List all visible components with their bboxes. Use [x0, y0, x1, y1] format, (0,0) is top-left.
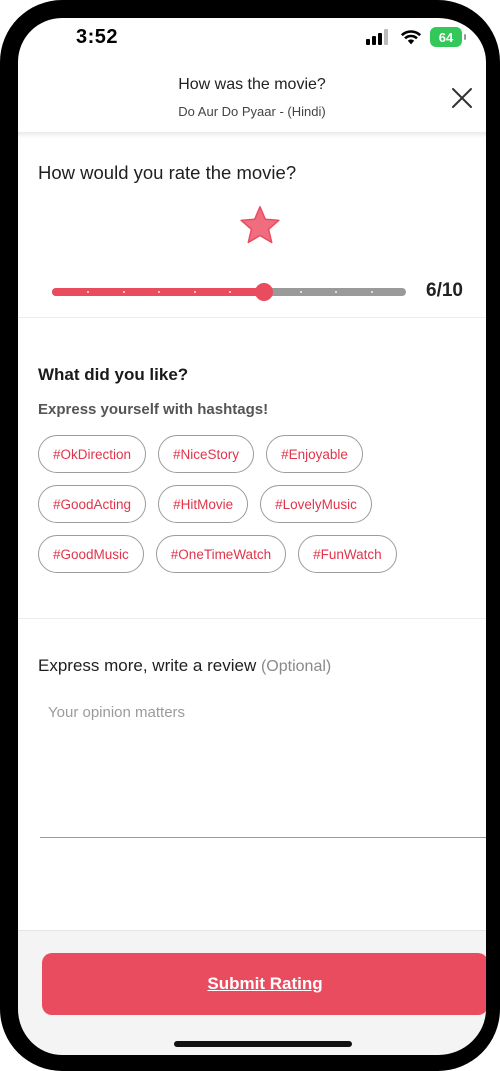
slider-tick: [87, 291, 89, 293]
hashtag-chip[interactable]: #HitMovie: [158, 485, 249, 523]
hashtag-chip[interactable]: #OkDirection: [38, 435, 147, 473]
review-title-text: Express more, write a review: [38, 656, 257, 675]
star-icon: [240, 206, 280, 244]
hashtag-row: #GoodMusic #OneTimeWatch #FunWatch: [38, 535, 468, 573]
slider-tick: [194, 291, 196, 293]
close-icon[interactable]: [450, 86, 474, 110]
slider-tick: [371, 291, 373, 293]
home-indicator[interactable]: [174, 1041, 352, 1047]
slider-tick: [335, 291, 337, 293]
footer: Submit Rating: [18, 930, 486, 1055]
hashtag-chip[interactable]: #Enjoyable: [266, 435, 363, 473]
status-time: 3:52: [76, 26, 119, 48]
rating-screen: 3:52 64 How was the movie? Do Aur Do Pya…: [18, 18, 486, 1055]
rating-slider[interactable]: [52, 283, 406, 301]
rating-section: How would you rate the movie? 6/10: [18, 138, 486, 318]
rating-value: 6/10: [426, 280, 463, 301]
hashtag-chip[interactable]: #OneTimeWatch: [155, 535, 287, 573]
signal-icon: [366, 29, 392, 45]
status-icons: 64: [366, 27, 466, 47]
likes-subtitle: Express yourself with hashtags!: [38, 401, 269, 418]
slider-tick: [158, 291, 160, 293]
hashtag-chip[interactable]: #GoodMusic: [38, 535, 144, 573]
slider-tick: [123, 291, 125, 293]
likes-title: What did you like?: [38, 365, 189, 384]
hashtag-list: #OkDirection #NiceStory #Enjoyable #Good…: [38, 435, 468, 585]
battery-icon: 64: [430, 27, 466, 47]
movie-name: Do Aur Do Pyaar - (Hindi): [178, 104, 326, 119]
wifi-icon: [400, 30, 422, 45]
hashtag-chip[interactable]: #LovelyMusic: [260, 485, 372, 523]
likes-section: What did you like? Express yourself with…: [18, 319, 486, 619]
battery-level: 64: [438, 29, 454, 45]
review-optional-label: (Optional): [260, 658, 332, 675]
header: How was the movie? Do Aur Do Pyaar - (Hi…: [18, 72, 486, 132]
status-bar: 3:52 64: [18, 18, 486, 58]
submit-rating-button[interactable]: Submit Rating: [42, 953, 486, 1015]
rating-slider-thumb[interactable]: [255, 283, 273, 301]
hashtag-chip[interactable]: #NiceStory: [158, 435, 255, 473]
hashtag-chip[interactable]: #FunWatch: [298, 535, 397, 573]
review-section: Express more, write a review (Optional): [18, 620, 486, 930]
hashtag-row: #GoodActing #HitMovie #LovelyMusic: [38, 485, 468, 523]
rating-question: How would you rate the movie?: [38, 162, 297, 183]
hashtag-chip[interactable]: #GoodActing: [38, 485, 147, 523]
page-title: How was the movie?: [178, 76, 326, 93]
hashtag-row: #OkDirection #NiceStory #Enjoyable: [38, 435, 468, 473]
slider-tick: [300, 291, 302, 293]
review-title: Express more, write a review (Optional): [38, 656, 331, 676]
review-input[interactable]: [40, 698, 486, 838]
slider-tick: [229, 291, 231, 293]
